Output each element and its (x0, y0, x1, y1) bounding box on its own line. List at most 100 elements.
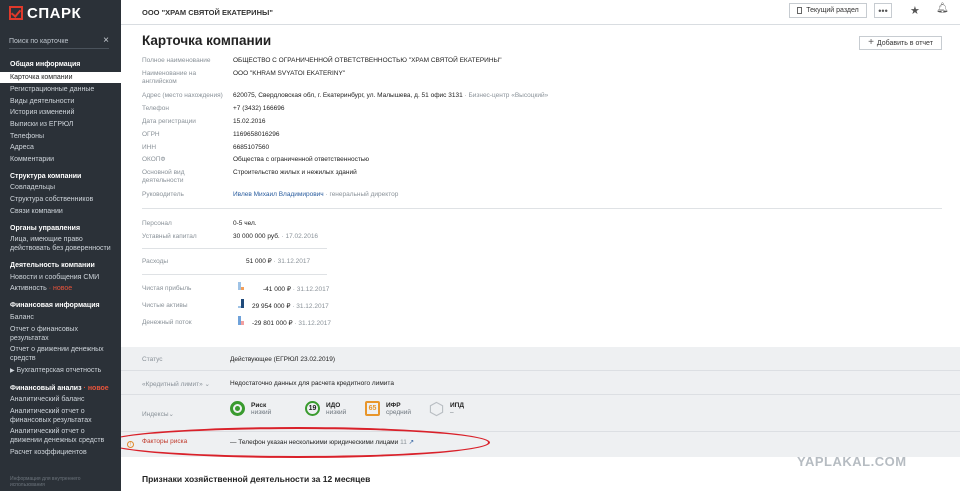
cashflow-bars-icon (238, 316, 245, 325)
section-finance: Финансовая информация (10, 302, 100, 310)
current-section-button[interactable]: Текущий раздел (789, 3, 867, 18)
sidebar-item-owner-structure[interactable]: Структура собственников (0, 195, 121, 204)
index-ipd[interactable]: ИПД – (429, 401, 464, 416)
footer-note: Информация для внутреннего использования (10, 476, 81, 488)
field-value: Ивлев Михаил Владимирович · генеральный … (233, 191, 833, 199)
new-badge-analysis-label: новое (87, 384, 109, 392)
sidebar-item-cash-flow[interactable]: Отчет о движении денежных средств (0, 345, 121, 363)
credit-label-text: «Кредитный лимит» (142, 381, 203, 388)
add-to-report-label: Добавить в отчет (876, 39, 933, 47)
sidebar-item-history[interactable]: История изменений (0, 108, 121, 117)
index-name: ИДО (326, 401, 341, 409)
sidebar-item-analytic-results[interactable]: Аналитический отчет о финансовых результ… (0, 407, 121, 425)
main-content: Карточка компании + Добавить в отчет Пол… (121, 25, 960, 491)
index-ifr[interactable]: 65 ИФР средний (365, 401, 411, 416)
checkmark-logo-icon (9, 6, 23, 20)
document-icon (797, 7, 803, 14)
more-button[interactable]: ••• (874, 3, 892, 18)
page-title: Карточка компании (142, 33, 272, 48)
divider (142, 248, 327, 249)
add-to-report-button[interactable]: + Добавить в отчет (859, 36, 942, 50)
sidebar-item-egrul[interactable]: Выписки из ЕГРЮЛ (0, 120, 121, 129)
profit-value: -41 000 ₽ (263, 286, 291, 293)
divider (142, 208, 942, 209)
sidebar-item-accounting[interactable]: ▶ Бухгалтерская отчетность (0, 366, 121, 376)
head-position: · генеральный директор (323, 191, 399, 198)
sidebar-item-news[interactable]: Новости и сообщения СМИ (0, 273, 121, 282)
credit-label[interactable]: «Кредитный лимит» ⌄ (142, 381, 210, 388)
ido-icon: 19 (305, 401, 320, 416)
field-label: ОКОПФ (142, 156, 166, 163)
cashflow-date: · 31.12.2017 (292, 320, 331, 327)
divider (121, 370, 960, 371)
index-level: низкий (326, 408, 347, 416)
field-value: 29 954 000 ₽ · 31.12.2017 (252, 302, 452, 310)
section-activity: Деятельность компании (10, 262, 95, 270)
sidebar-item-comments[interactable]: Комментарии (0, 155, 121, 164)
section-heading: Признаки хозяйственной деятельности за 1… (142, 474, 371, 484)
expenses-value: 51 000 ₽ (246, 258, 272, 265)
section-analysis: Финансовый анализ · новое (0, 384, 121, 393)
sidebar-item-addresses[interactable]: Адреса (0, 143, 121, 152)
section-analysis-title: Финансовый анализ (10, 384, 82, 392)
field-value: 620075, Свердловская обл, г. Екатеринбур… (233, 92, 833, 100)
capital-value: 30 000 000 руб. (233, 233, 280, 240)
sidebar-item-registration[interactable]: Регистрационные данные (0, 85, 121, 94)
cashflow-value: -29 801 000 ₽ (252, 320, 293, 327)
index-risk[interactable]: Риск низкий (230, 401, 271, 416)
section-general: Общая информация (10, 61, 81, 68)
sidebar-item-analytic-balance[interactable]: Аналитический баланс (0, 395, 121, 404)
sidebar-item-balance[interactable]: Баланс (0, 313, 121, 322)
indexes-label[interactable]: Индексы⌄ (142, 410, 174, 418)
section-management: Органы управления (10, 224, 81, 232)
credit-value: Недостаточно данных для расчета кредитно… (230, 380, 394, 387)
bell-icon[interactable]: 🔔︎ (936, 3, 949, 14)
chevron-down-icon: ⌄ (204, 381, 210, 388)
assets-date: · 31.12.2017 (290, 303, 329, 310)
field-label: ИНН (142, 144, 157, 151)
new-badge-analysis: · новое (83, 384, 109, 392)
index-level: низкий (251, 408, 272, 416)
field-label: Телефон (142, 105, 169, 112)
close-icon[interactable]: × (103, 36, 109, 46)
index-ido-text: ИДО низкий (326, 402, 346, 416)
field-value: +7 (3432) 166696 (233, 105, 285, 112)
field-value: 51 000 ₽ · 31.12.2017 (246, 258, 846, 266)
card-search-input[interactable] (9, 37, 89, 45)
triangle-right-icon: ▶ (10, 367, 15, 374)
company-name: ООО "ХРАМ СВЯТОЙ ЕКАТЕРИНЫ" (142, 8, 273, 17)
hexagon-icon (429, 401, 444, 416)
sidebar-item-activity[interactable]: Активность · новое (0, 284, 121, 293)
sidebar-item-fin-results[interactable]: Отчет о финансовых результатах (0, 325, 121, 343)
sidebar-item-company-card[interactable]: Карточка компании (0, 71, 121, 83)
credit-row: «Кредитный лимит» ⌄ Недостаточно данных … (142, 380, 394, 388)
field-value: Строительство жилых и нежилых зданий (233, 169, 357, 176)
indexes-label-text: Индексы (142, 411, 169, 418)
field-label: Дата регистрации (142, 118, 196, 125)
index-ifr-text: ИФР средний (386, 402, 411, 416)
field-label: Чистые активы (142, 302, 188, 309)
field-value: -41 000 ₽ · 31.12.2017 (263, 285, 463, 293)
field-value: 30 000 000 руб. · 17.02.2016 (233, 233, 833, 241)
sidebar-item-ratios[interactable]: Расчет коэффициентов (0, 448, 121, 457)
profit-bars-icon (238, 281, 245, 290)
field-value: 1169658016296 (233, 131, 280, 138)
sidebar-item-activities[interactable]: Виды деятельности (0, 97, 121, 106)
spark-logo[interactable]: СПАРК (9, 5, 81, 22)
field-label: Руководитель (142, 191, 184, 198)
head-link[interactable]: Ивлев Михаил Владимирович (233, 191, 324, 198)
sidebar-item-links[interactable]: Связи компании (0, 207, 121, 216)
status-label: Статус (142, 356, 163, 363)
field-value: ОБЩЕСТВО С ОГРАНИЧЕННОЙ ОТВЕТСТВЕННОСТЬЮ… (233, 57, 502, 64)
sidebar-item-analytic-cashflow[interactable]: Аналитический отчет о движении денежных … (0, 427, 121, 445)
topbar: ООО "ХРАМ СВЯТОЙ ЕКАТЕРИНЫ" Текущий разд… (121, 0, 960, 25)
sidebar-item-authorized-persons[interactable]: Лица, имеющие право действовать без дове… (0, 235, 121, 253)
sidebar-item-phones[interactable]: Телефоны (0, 132, 121, 141)
star-icon[interactable]: ★ (910, 4, 920, 17)
sidebar-item-activity-label: Активность (10, 285, 47, 293)
address-extra: · Бизнес-центр «Высоцкий» (462, 92, 549, 99)
sidebar-item-owners[interactable]: Совладельцы (0, 183, 121, 192)
chevron-down-icon: ⌄ (168, 411, 174, 418)
index-ido[interactable]: 19 ИДО низкий (305, 401, 346, 416)
field-value: 15.02.2016 (233, 118, 266, 125)
